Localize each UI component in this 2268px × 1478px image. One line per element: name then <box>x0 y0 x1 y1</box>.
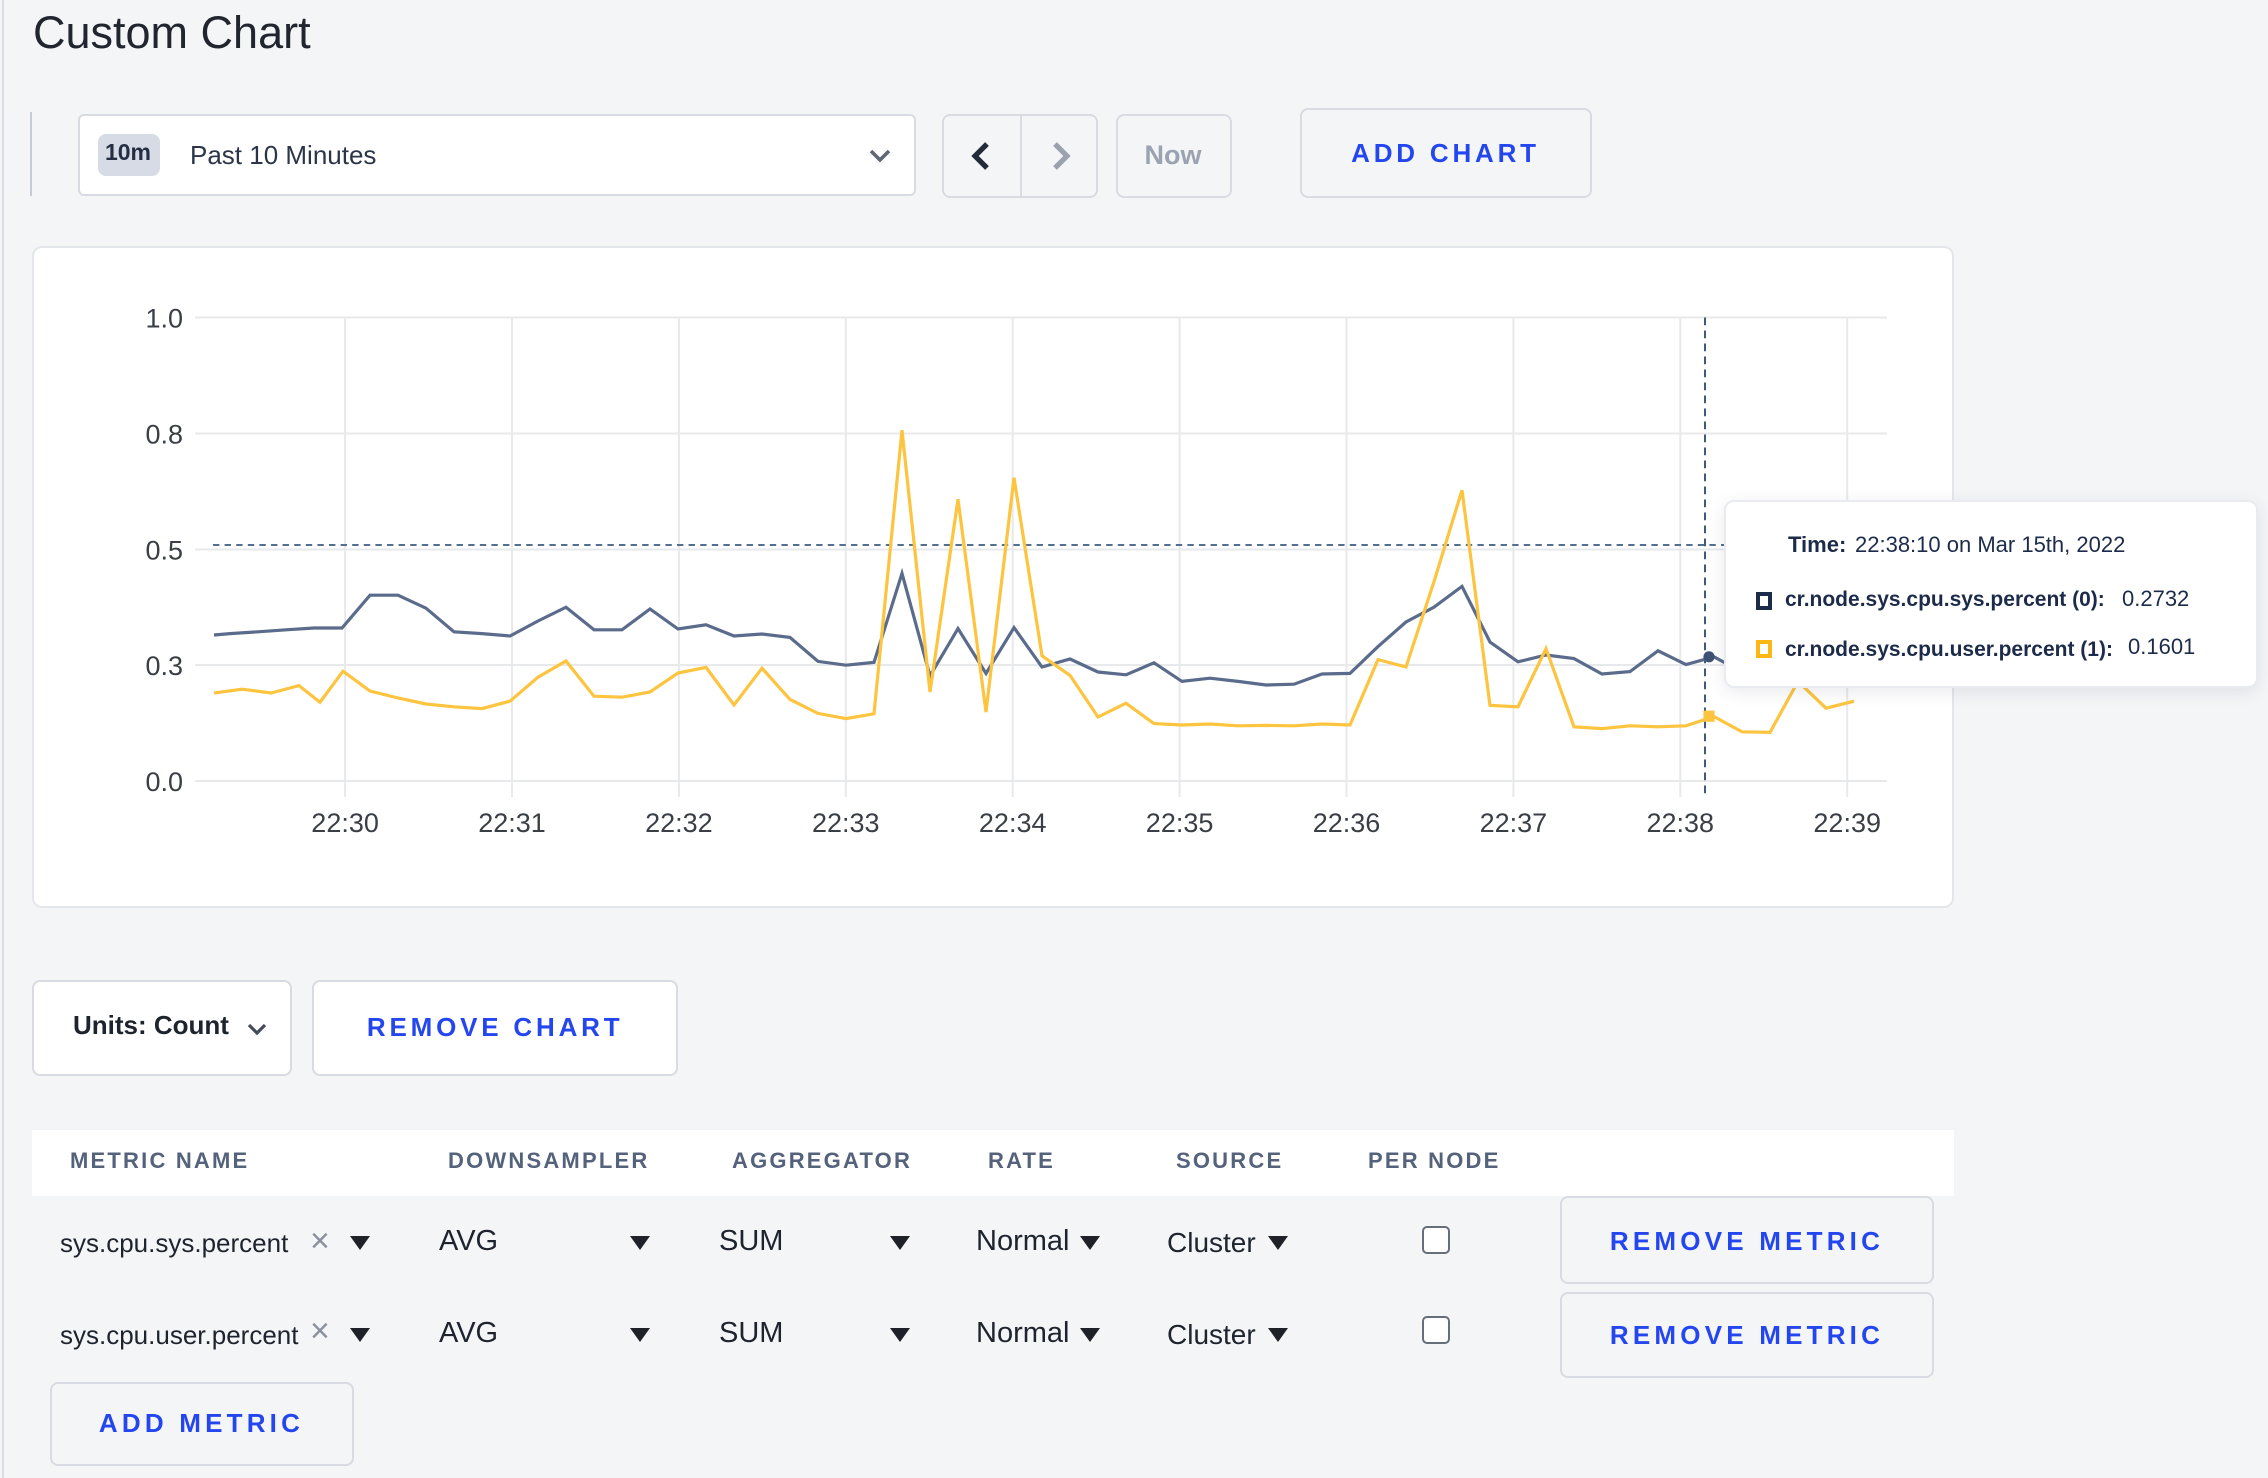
svg-text:22:37: 22:37 <box>1479 808 1547 838</box>
svg-text:22:33: 22:33 <box>811 808 879 838</box>
svg-text:22:35: 22:35 <box>1145 808 1213 838</box>
svg-text:0.5: 0.5 <box>144 536 182 566</box>
svg-text:22:34: 22:34 <box>978 808 1046 838</box>
svg-text:22:36: 22:36 <box>1312 808 1380 838</box>
svg-text:22:32: 22:32 <box>644 808 712 838</box>
svg-text:22:38: 22:38 <box>1646 808 1714 838</box>
svg-text:22:30: 22:30 <box>310 808 378 838</box>
svg-text:0.0: 0.0 <box>144 767 182 797</box>
svg-text:0.3: 0.3 <box>144 651 182 681</box>
svg-text:22:39: 22:39 <box>1812 808 1880 838</box>
svg-text:0.8: 0.8 <box>144 420 182 450</box>
svg-text:1.0: 1.0 <box>144 304 182 334</box>
svg-text:22:31: 22:31 <box>477 808 545 838</box>
